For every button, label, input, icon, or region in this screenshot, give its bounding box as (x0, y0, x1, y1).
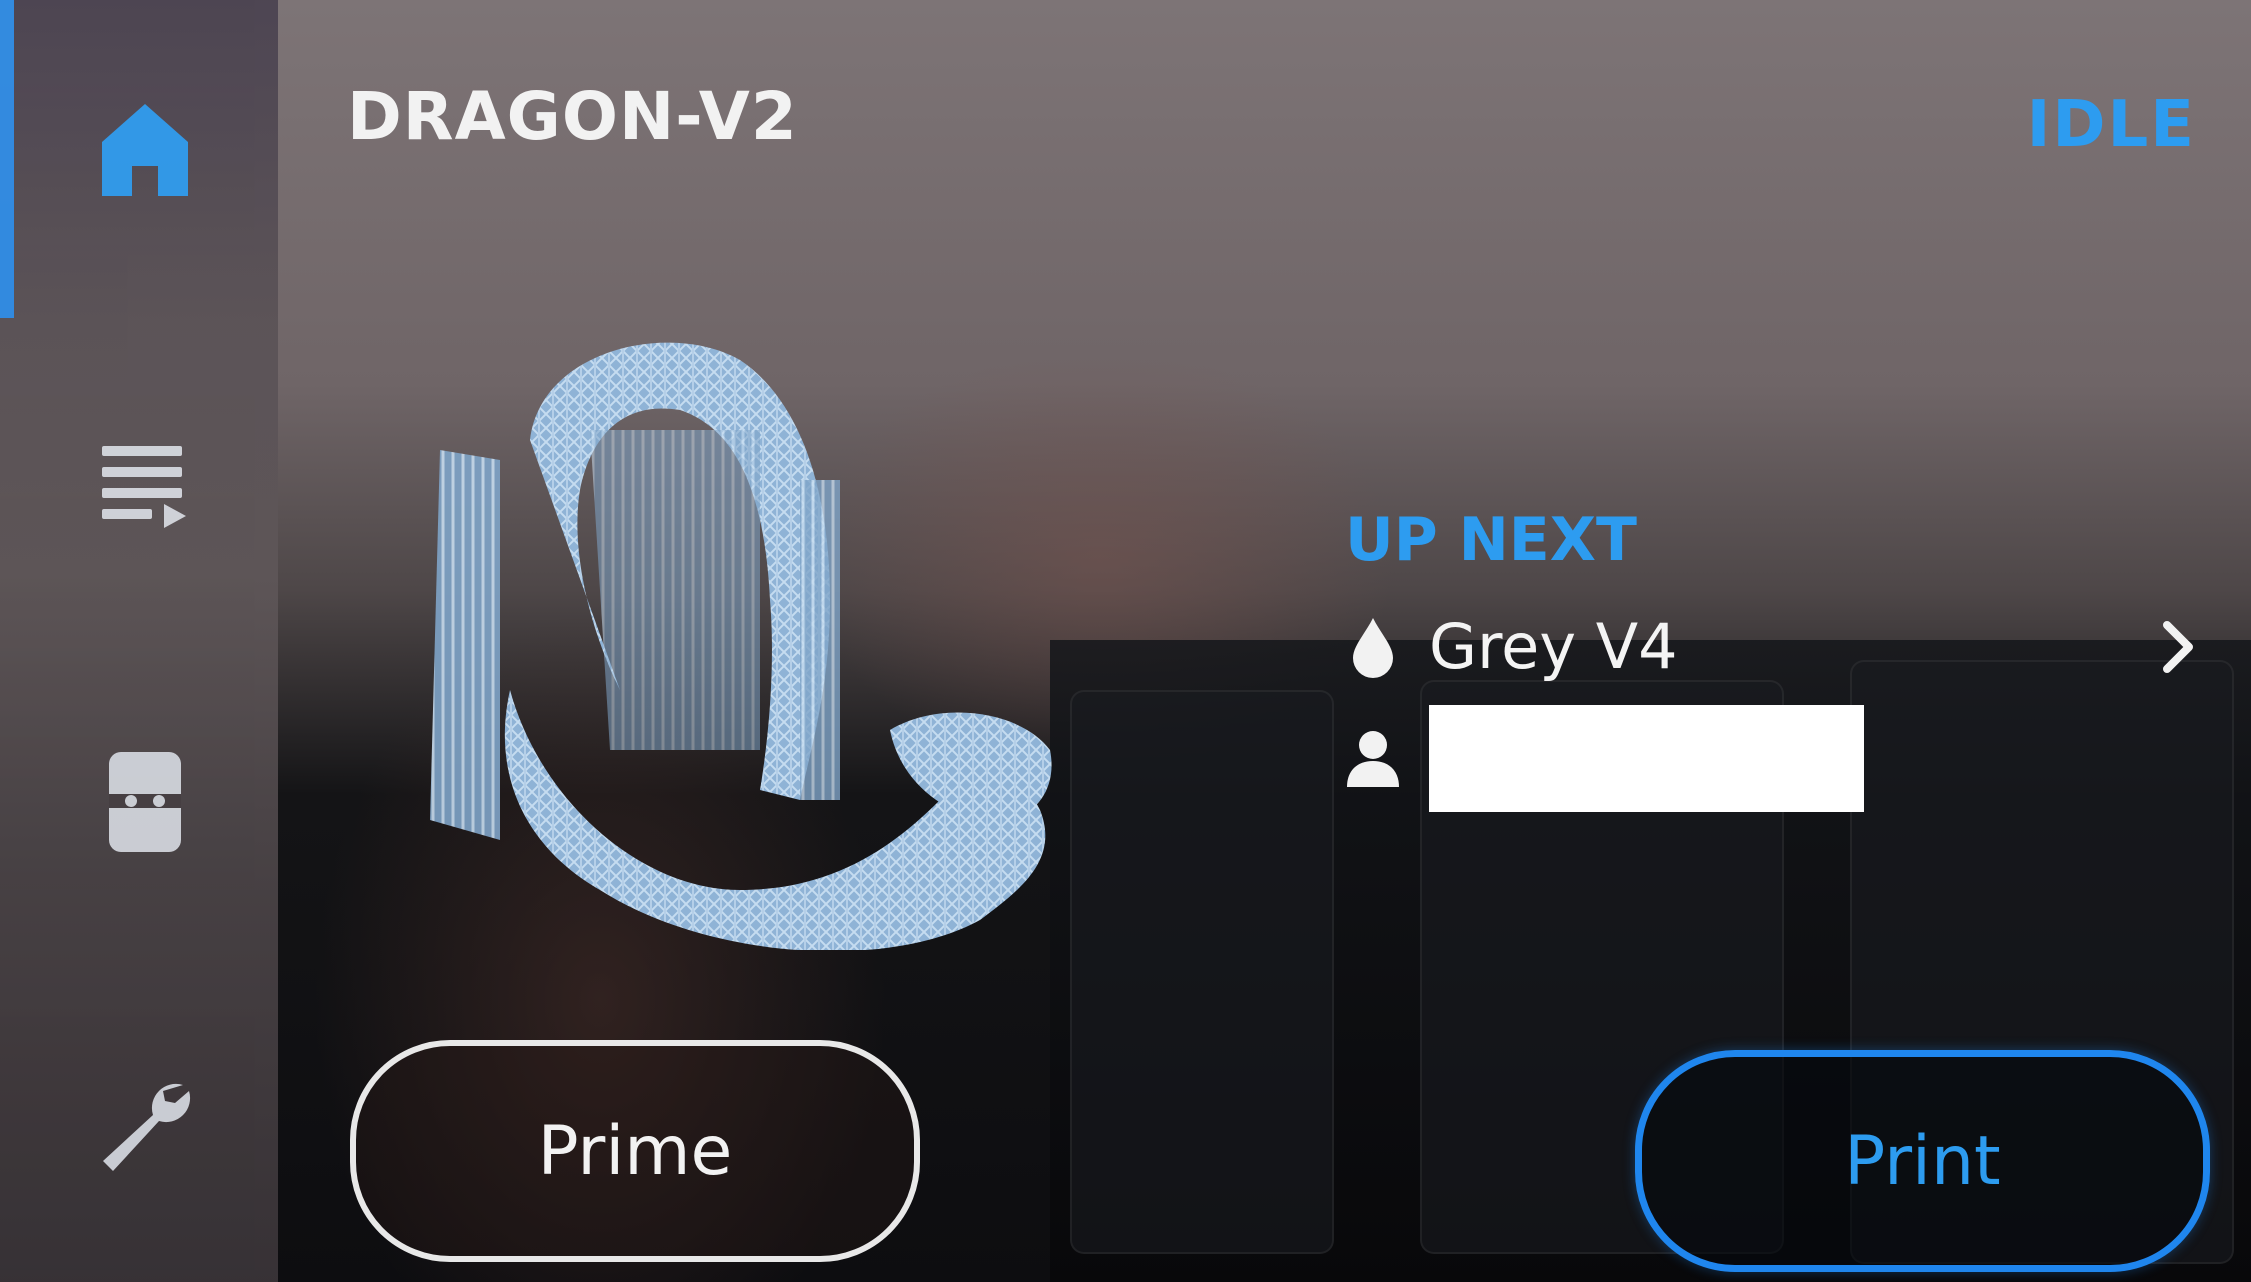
sidebar-item-settings[interactable] (60, 1040, 230, 1210)
queue-icon (100, 440, 190, 530)
sidebar-item-home[interactable] (60, 65, 230, 235)
up-next-job-row[interactable]: Grey V4 (1345, 610, 2195, 683)
sidebar (0, 0, 278, 1282)
background-reflection-panel (1070, 690, 1334, 1254)
resin-drop-icon (1345, 612, 1401, 682)
home-icon (100, 100, 190, 200)
print-button[interactable]: Print (1635, 1050, 2210, 1272)
cartridge-icon (107, 750, 183, 854)
sidebar-active-indicator (0, 0, 14, 318)
prime-button[interactable]: Prime (350, 1040, 920, 1262)
chevron-right-icon[interactable] (2159, 619, 2195, 675)
model-preview (420, 330, 1060, 952)
printer-name: DRAGON-V2 (347, 78, 798, 155)
sidebar-item-material[interactable] (60, 717, 230, 887)
user-icon (1345, 724, 1401, 794)
up-next-heading: UP NEXT (1345, 505, 1637, 575)
wrench-icon (95, 1075, 195, 1175)
job-owner-name (1429, 705, 1864, 812)
status-badge: IDLE (2026, 88, 2196, 162)
printer-screen: DRAGON-V2 IDLE UP NEXT Grey V4 Prime Pri… (0, 0, 2251, 1282)
job-owner-row (1345, 705, 1864, 812)
material-name: Grey V4 (1429, 610, 1678, 683)
sidebar-item-queue[interactable] (60, 400, 230, 570)
